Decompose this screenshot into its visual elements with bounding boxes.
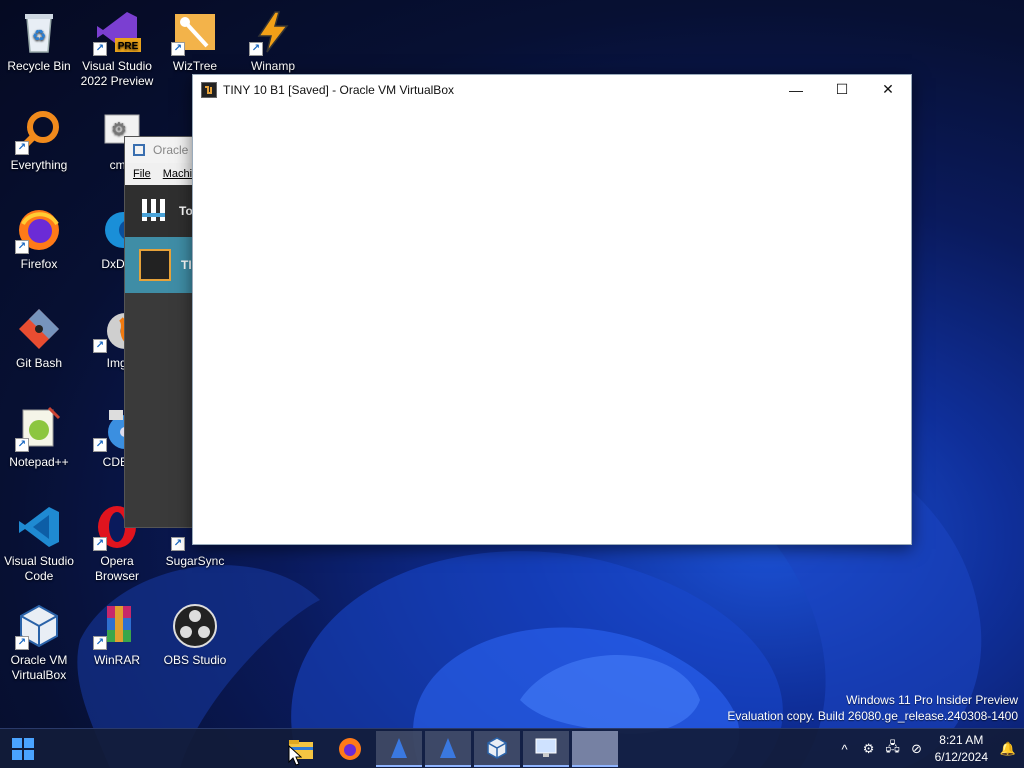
taskbar-vm-app-2[interactable] <box>425 731 471 767</box>
monitor-icon <box>535 738 557 757</box>
svg-text:♻: ♻ <box>32 28 46 45</box>
evaluation-watermark: Windows 11 Pro Insider Preview Evaluatio… <box>727 692 1018 724</box>
clock[interactable]: 8:21 AM 6/12/2024 <box>935 732 988 766</box>
desktop-icon-notepadpp[interactable]: ↗ Notepad++ <box>1 400 77 492</box>
desktop-icon-label: Oracle VM VirtualBox <box>10 653 68 682</box>
watermark-line1: Windows 11 Pro Insider Preview <box>846 693 1018 707</box>
desktop-icon-label: Git Bash <box>15 356 63 370</box>
vm-window-icon <box>201 81 217 98</box>
vm-window[interactable]: TINY 10 B1 [Saved] - Oracle VM VirtualBo… <box>192 74 912 545</box>
taskbar-virtualbox[interactable] <box>474 731 520 767</box>
virtualbox-icon <box>133 144 145 156</box>
taskbar-firefox[interactable] <box>327 731 373 767</box>
firefox-icon: ↗ <box>15 206 63 254</box>
chevron-up-icon[interactable]: ^ <box>833 742 857 757</box>
shortcut-arrow-icon: ↗ <box>93 537 107 551</box>
start-button[interactable] <box>0 731 46 767</box>
winamp-icon: ↗ <box>249 8 297 56</box>
clock-time: 8:21 AM <box>939 733 984 747</box>
shortcut-arrow-icon: ↗ <box>93 42 107 56</box>
taskbar-vm-app-1[interactable] <box>376 731 422 767</box>
shortcut-arrow-icon: ↗ <box>15 141 29 155</box>
desktop-icon-label: Recycle Bin <box>7 59 71 73</box>
desktop-icon-winrar[interactable]: ↗ WinRAR <box>79 598 155 690</box>
menu-file[interactable]: File <box>133 168 151 180</box>
desktop-icon-vscode[interactable]: Visual Studio Code <box>1 499 77 591</box>
desktop-icon-label: Notepad++ <box>9 455 69 469</box>
virtualbox-icon: ↗ <box>15 602 63 650</box>
desktop-icon-obs[interactable]: OBS Studio <box>157 598 233 690</box>
notepadpp-icon: ↗ <box>15 404 63 452</box>
git-bash-icon <box>15 305 63 353</box>
shortcut-arrow-icon: ↗ <box>15 636 29 650</box>
windows-logo-icon <box>12 738 34 760</box>
desktop-icon-visual-studio[interactable]: PRE ↗ Visual Studio 2022 Preview <box>79 4 155 96</box>
shortcut-arrow-icon: ↗ <box>249 42 263 56</box>
winrar-icon: ↗ <box>93 602 141 650</box>
shortcut-arrow-icon: ↗ <box>171 42 185 56</box>
desktop-icon-label: Everything <box>10 158 68 172</box>
desktop-icon-recycle-bin[interactable]: ♻ Recycle Bin <box>1 4 77 96</box>
visual-studio-icon: PRE ↗ <box>93 8 141 56</box>
maximize-button[interactable]: ☐ <box>819 75 865 104</box>
app-icon <box>391 738 407 758</box>
desktop-icon-label: Firefox <box>20 257 58 271</box>
shortcut-arrow-icon: ↗ <box>93 339 107 353</box>
taskbar-remote-desktop[interactable] <box>523 731 569 767</box>
desktop-icon-label: OBS Studio <box>163 653 227 667</box>
obs-icon <box>171 602 219 650</box>
desktop-icon-label: Visual Studio 2022 Preview <box>80 59 154 88</box>
menu-machine[interactable]: Machi <box>163 168 192 180</box>
svg-text:PRE: PRE <box>118 41 139 52</box>
firefox-icon <box>339 738 361 760</box>
tools-label: To <box>179 204 193 218</box>
mouse-cursor-icon <box>288 745 302 766</box>
vm-window-titlebar[interactable]: TINY 10 B1 [Saved] - Oracle VM VirtualBo… <box>193 75 911 104</box>
shortcut-arrow-icon: ↗ <box>15 240 29 254</box>
taskbar-active-window[interactable] <box>572 731 618 767</box>
desktop-icon-label: Opera Browser <box>94 554 139 583</box>
close-button[interactable]: ✕ <box>865 75 911 104</box>
desktop-icon-firefox[interactable]: ↗ Firefox <box>1 202 77 294</box>
minimize-button[interactable]: — <box>773 75 819 104</box>
taskbar: ^ ⚙ 🖧 ⊘ 8:21 AM 6/12/2024 🔔 <box>0 728 1024 768</box>
shortcut-arrow-icon: ↗ <box>93 636 107 650</box>
desktop-icon-virtualbox[interactable]: ↗ Oracle VM VirtualBox <box>1 598 77 690</box>
shortcut-arrow-icon: ↗ <box>171 537 185 551</box>
desktop-icon-everything[interactable]: ↗ Everything <box>1 103 77 195</box>
system-tray: ^ ⚙ 🖧 ⊘ 8:21 AM 6/12/2024 🔔 <box>833 729 1024 768</box>
vm-display-area[interactable] <box>193 104 911 544</box>
vm-os-icon <box>139 249 171 281</box>
desktop-icon-label: WinRAR <box>93 653 140 667</box>
vscode-icon <box>15 503 63 551</box>
network-icon[interactable]: 🖧 <box>881 738 905 760</box>
desktop-icon-label: WizTree <box>172 59 218 73</box>
desktop-icon-git-bash[interactable]: Git Bash <box>1 301 77 393</box>
app-icon <box>440 738 456 758</box>
shortcut-arrow-icon: ↗ <box>15 438 29 452</box>
volume-muted-icon[interactable]: ⊘ <box>905 741 929 757</box>
vm-label: TI <box>181 258 192 272</box>
watermark-line2: Evaluation copy. Build 26080.ge_release.… <box>727 709 1018 723</box>
recycle-bin-icon: ♻ <box>15 8 63 56</box>
shortcut-arrow-icon: ↗ <box>93 438 107 452</box>
clock-date: 6/12/2024 <box>934 750 988 764</box>
vm-window-title: TINY 10 B1 [Saved] - Oracle VM VirtualBo… <box>223 82 454 97</box>
notification-bell-icon[interactable]: 🔔 <box>996 741 1020 757</box>
settings-sync-icon[interactable]: ⚙ <box>857 741 881 757</box>
wiztree-icon: ↗ <box>171 8 219 56</box>
virtualbox-icon <box>487 737 507 759</box>
everything-icon: ↗ <box>15 107 63 155</box>
tools-icon <box>139 195 169 228</box>
window-title: Oracle <box>153 143 189 157</box>
desktop-icon-label: Winamp <box>250 59 295 73</box>
desktop-icon-label: SugarSync <box>165 554 225 568</box>
desktop-icon-label: Visual Studio Code <box>4 554 74 583</box>
